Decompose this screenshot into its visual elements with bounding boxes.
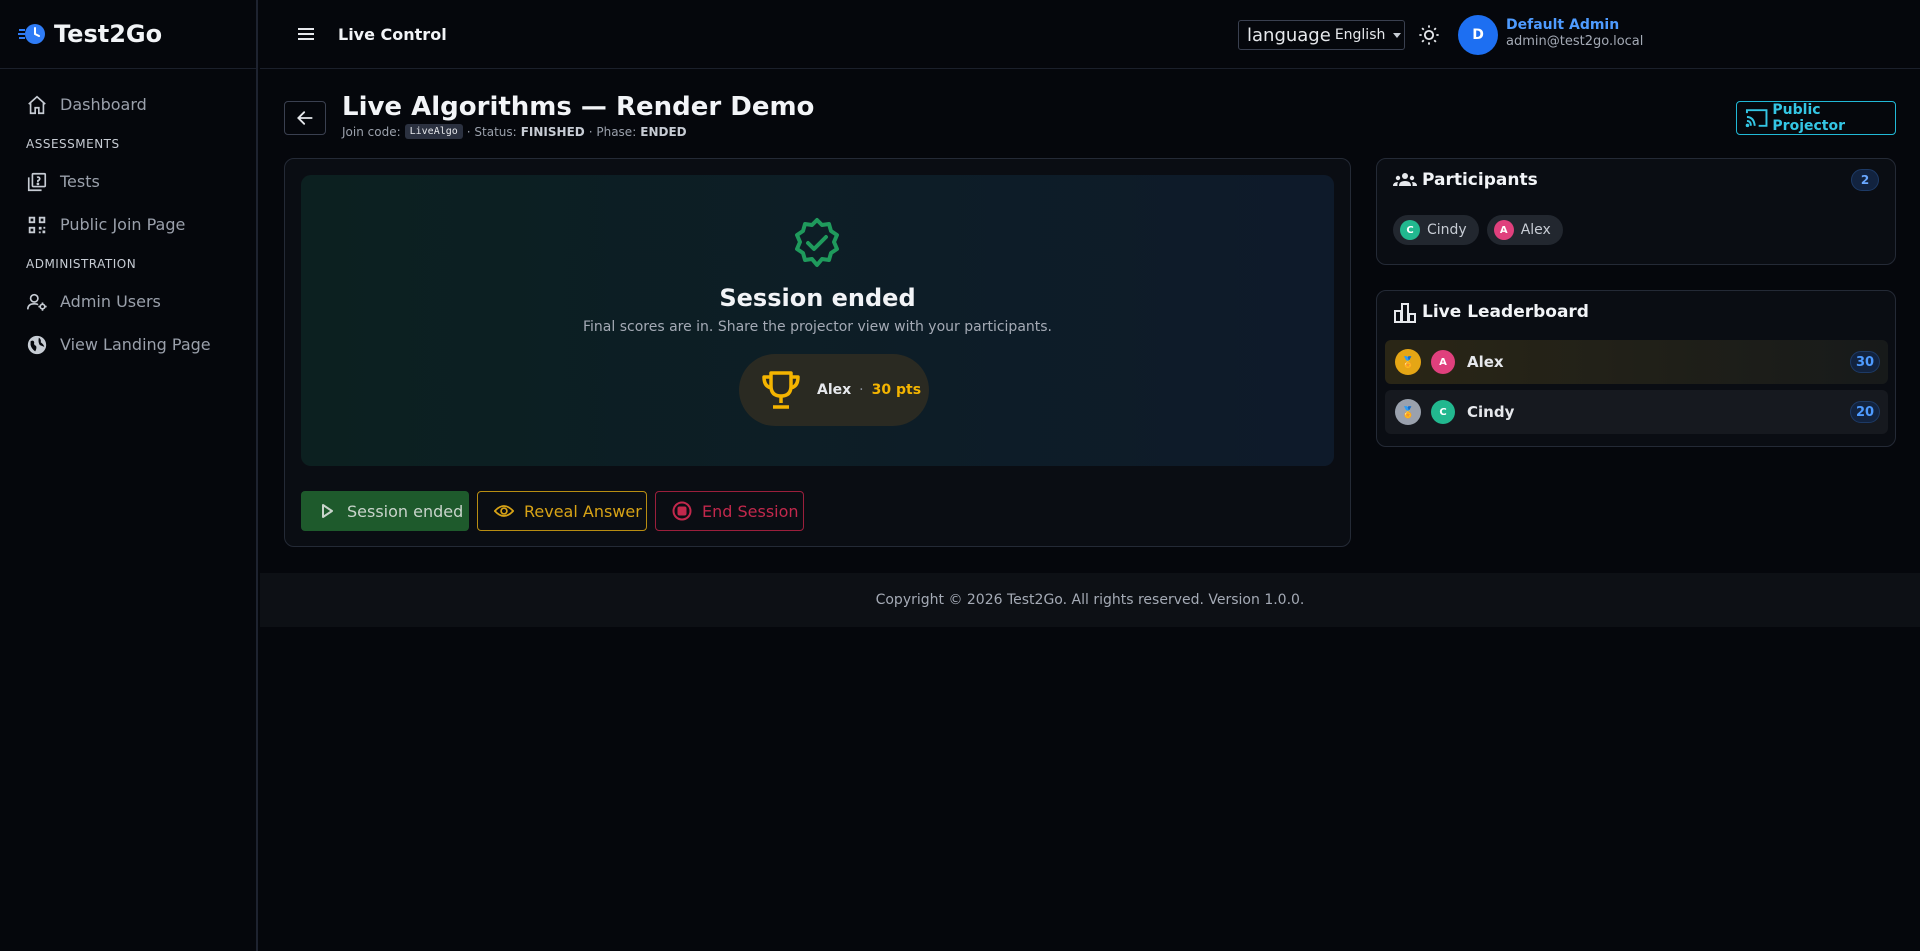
sidebar-item-label: Dashboard	[60, 95, 147, 114]
qr-code-icon	[28, 216, 46, 233]
sidebar-section-assessments: ASSESSMENTS	[26, 137, 120, 151]
user-settings-icon	[27, 293, 47, 311]
winner-points: 30 pts	[871, 382, 922, 398]
sidebar-item-label: View Landing Page	[60, 335, 211, 354]
language-select[interactable]: language English	[1238, 20, 1405, 50]
session-status-panel: Session ended Final scores are in. Share…	[301, 175, 1334, 466]
participant-chips: C Cindy A Alex	[1393, 215, 1571, 245]
join-code: LiveAlgo	[404, 124, 463, 139]
sidebar-item-label: Admin Users	[60, 292, 161, 311]
sidebar-item-tests[interactable]: Tests	[0, 160, 256, 203]
sidebar-item-dashboard[interactable]: Dashboard	[0, 83, 256, 126]
silver-medal-icon: 🏅	[1395, 399, 1421, 425]
session-ended-label: Session ended	[347, 501, 464, 521]
participants-card: Participants 2 C Cindy A Alex	[1376, 158, 1896, 265]
sidebar: Test2Go Dashboard ASSESSMENTS Tests Publ…	[0, 0, 258, 951]
menu-icon[interactable]	[294, 22, 318, 46]
winner-name: Alex	[817, 382, 852, 398]
globe-icon	[27, 335, 47, 354]
chevron-down-icon	[1393, 32, 1402, 38]
reveal-answer-label: Reveal Answer	[524, 501, 642, 521]
status-label: · Status:	[466, 124, 517, 139]
sidebar-nav: Dashboard ASSESSMENTS Tests Public Join …	[0, 69, 256, 366]
eye-icon	[494, 505, 514, 517]
participant-avatar: A	[1493, 220, 1514, 240]
footer-copyright: Copyright © 2026 Test2Go. All rights res…	[875, 592, 1305, 608]
participant-chip[interactable]: C Cindy	[1393, 215, 1479, 245]
participants-header: Participants	[1393, 169, 1538, 191]
public-projector-label: Public Projector	[1772, 102, 1846, 134]
leaderboard-avatar: A	[1431, 350, 1455, 374]
public-projector-button[interactable]: Public Projector	[1736, 101, 1896, 135]
brand-name: Test2Go	[54, 20, 163, 48]
sidebar-section-administration: ADMINISTRATION	[26, 257, 137, 271]
sidebar-item-admin-users[interactable]: Admin Users	[0, 280, 256, 323]
reveal-answer-button[interactable]: Reveal Answer	[477, 491, 647, 531]
session-ended-title: Session ended	[719, 284, 916, 312]
bar-chart-icon	[1394, 303, 1416, 323]
leaderboard-card: Live Leaderboard 🏅 A Alex 30 🏅 C Cindy 2…	[1376, 290, 1896, 447]
top-header: Live Control	[260, 0, 1920, 69]
cast-icon	[1745, 109, 1768, 128]
sidebar-item-public-join-page[interactable]: Public Join Page	[0, 203, 256, 246]
user-email: admin@test2go.local	[1506, 34, 1644, 49]
brand[interactable]: Test2Go	[0, 0, 256, 69]
join-code-label: Join code:	[342, 124, 401, 139]
winner-pill: Alex · 30 pts	[739, 354, 929, 426]
sun-icon[interactable]	[1418, 24, 1440, 46]
footer: Copyright © 2026 Test2Go. All rights res…	[260, 573, 1920, 627]
clock-logo-icon	[18, 24, 45, 44]
language-value: English	[1334, 27, 1386, 43]
sidebar-item-label: Public Join Page	[60, 215, 186, 234]
status-value: FINISHED	[520, 124, 585, 139]
user-name[interactable]: Default Admin	[1506, 17, 1619, 33]
participant-avatar: C	[1400, 220, 1420, 240]
home-icon	[28, 95, 46, 114]
leaderboard-avatar: C	[1431, 400, 1455, 424]
participants-count-badge: 2	[1851, 169, 1879, 191]
sidebar-item-view-landing-page[interactable]: View Landing Page	[0, 323, 256, 366]
quiz-icon	[27, 172, 47, 191]
group-icon	[1393, 173, 1417, 186]
leaderboard-header: Live Leaderboard	[1393, 301, 1589, 323]
sidebar-item-label: Tests	[60, 172, 100, 191]
verified-badge-icon	[795, 218, 839, 267]
header-title: Live Control	[338, 24, 447, 44]
leaderboard-score: 30	[1850, 351, 1880, 373]
session-meta: Join code: LiveAlgo · Status: FINISHED ·…	[342, 124, 691, 139]
participant-name: Alex	[1520, 222, 1551, 238]
session-ended-button[interactable]: Session ended	[301, 491, 469, 531]
end-session-label: End Session	[702, 501, 799, 521]
participant-name: Cindy	[1427, 222, 1467, 238]
leaderboard-name: Cindy	[1467, 403, 1515, 421]
leaderboard-name: Alex	[1467, 353, 1504, 371]
arrow-left-icon	[297, 111, 313, 125]
leaderboard-row: 🏅 C Cindy 20	[1385, 390, 1888, 434]
avatar[interactable]: D	[1458, 15, 1498, 55]
live-control-card: Session ended Final scores are in. Share…	[284, 158, 1351, 547]
trophy-icon	[762, 371, 800, 409]
phase-label: · Phase:	[588, 124, 637, 139]
phase-value: ENDED	[640, 124, 687, 139]
winner-separator: ·	[859, 382, 864, 398]
leaderboard-score: 20	[1850, 401, 1880, 423]
session-ended-subtitle: Final scores are in. Share the projector…	[583, 319, 1052, 335]
stop-circle-icon	[672, 501, 692, 521]
participants-title: Participants	[1422, 170, 1538, 190]
participant-chip[interactable]: A Alex	[1486, 215, 1563, 245]
play-icon	[322, 504, 333, 518]
back-button[interactable]	[284, 101, 326, 135]
page-title: Live Algorithms — Render Demo	[342, 92, 815, 122]
leaderboard-title: Live Leaderboard	[1422, 302, 1589, 322]
end-session-button[interactable]: End Session	[655, 491, 804, 531]
leaderboard-row: 🏅 A Alex 30	[1385, 340, 1888, 384]
gold-medal-icon: 🏅	[1395, 349, 1421, 375]
language-label: language	[1247, 24, 1331, 46]
